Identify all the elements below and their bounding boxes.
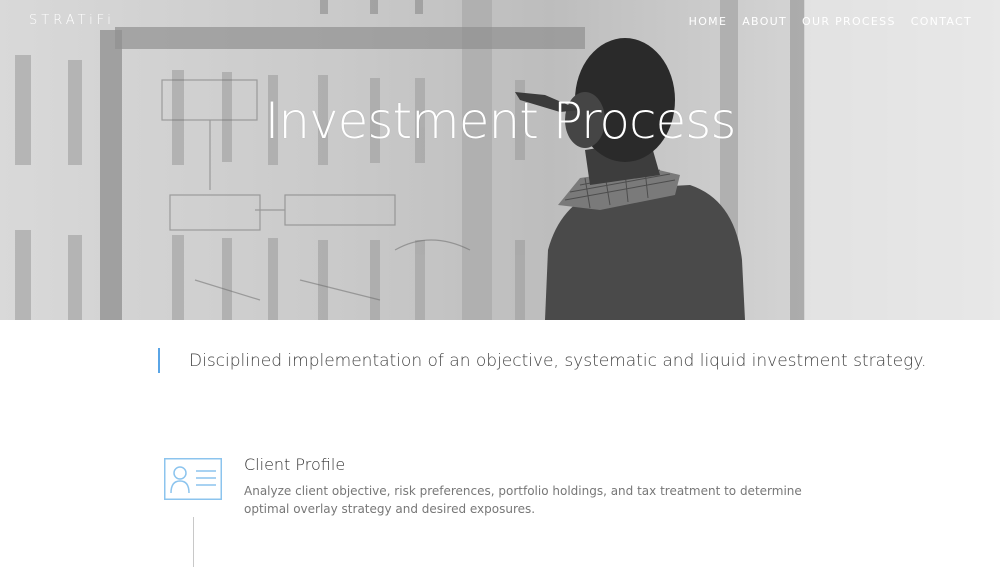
logo[interactable]: STRATiFi	[29, 13, 115, 28]
nav-home[interactable]: HOME	[689, 15, 728, 28]
step-description: Analyze client objective, risk preferenc…	[244, 484, 802, 516]
hero-background-photo	[15, 0, 1000, 320]
intro-tagline: Disciplined implementation of an objecti…	[158, 348, 926, 373]
main-nav: HOME ABOUT OUR PROCESS CONTACT	[689, 15, 972, 28]
hero-banner: STRATiFi HOME ABOUT OUR PROCESS CONTACT …	[0, 0, 1000, 320]
page: STRATiFi HOME ABOUT OUR PROCESS CONTACT …	[0, 0, 1000, 573]
nav-our-process[interactable]: OUR PROCESS	[802, 15, 896, 28]
nav-about[interactable]: ABOUT	[742, 15, 787, 28]
timeline-connector	[193, 517, 194, 567]
id-card-icon	[164, 458, 222, 500]
page-title: Investment Process	[264, 92, 737, 150]
nav-contact[interactable]: CONTACT	[911, 15, 972, 28]
step-title: Client Profile	[244, 455, 346, 474]
